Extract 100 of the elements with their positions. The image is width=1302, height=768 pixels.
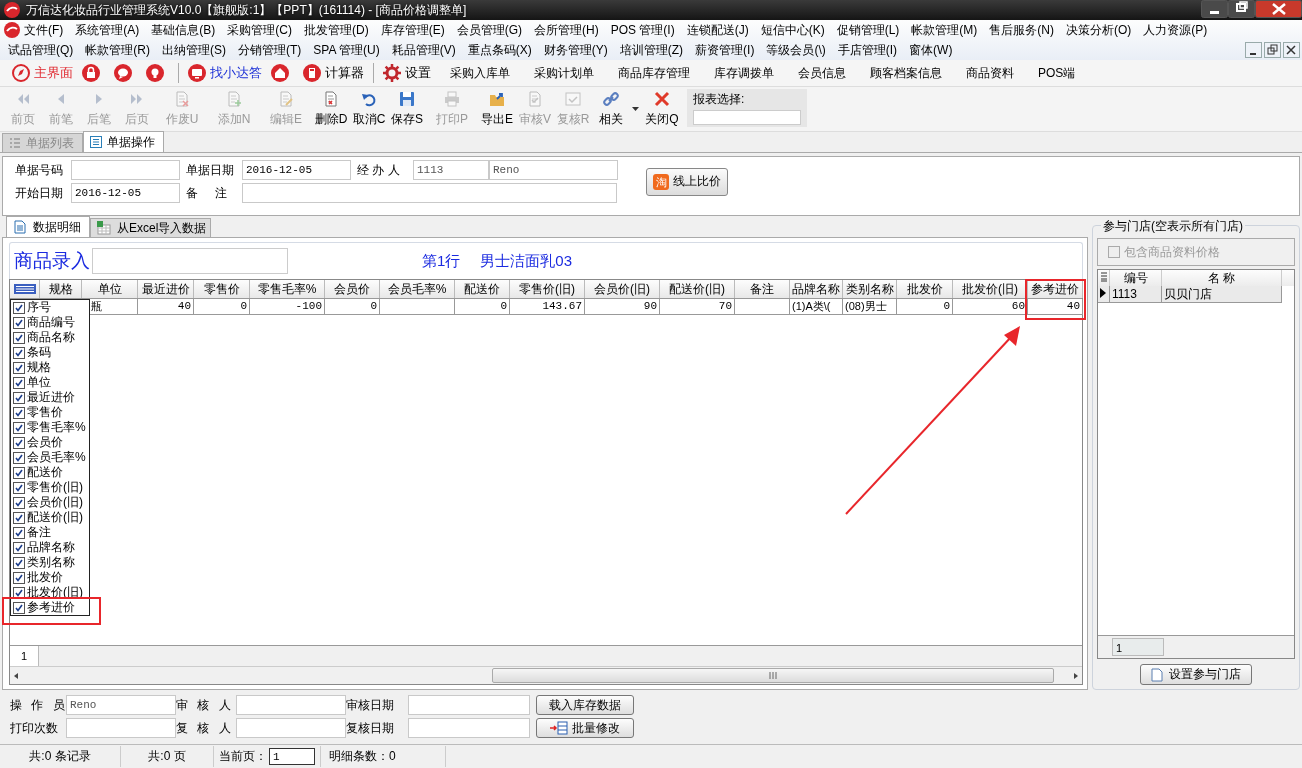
checkbox[interactable]	[13, 376, 25, 389]
input-field[interactable]	[236, 695, 346, 715]
menu-item[interactable]: 基础信息(B)	[147, 21, 224, 39]
chat-bubble-icon[interactable]	[114, 64, 132, 82]
shortcut-button[interactable]: 设置	[383, 64, 440, 82]
tab[interactable]: 单据操作	[83, 131, 164, 152]
menu-item[interactable]: 售后服务(N)	[985, 21, 1063, 39]
input-field[interactable]	[408, 695, 530, 715]
toolbar-button[interactable]: 关闭Q	[643, 87, 681, 131]
menu-item[interactable]: 耗品管理(V)	[387, 41, 464, 59]
shortcut-link[interactable]: 会员信息	[788, 64, 860, 82]
column-header[interactable]: 零售价(旧)	[510, 280, 585, 298]
checkbox[interactable]	[13, 421, 25, 434]
checkbox[interactable]	[13, 511, 25, 524]
column-header[interactable]: 类别名称	[843, 280, 897, 298]
doc-number-field[interactable]	[71, 160, 180, 180]
menu-item[interactable]: SPA 管理(U)	[309, 41, 388, 59]
handler-code-field[interactable]: 1113	[413, 160, 489, 180]
column-chooser-item[interactable]: 零售价	[11, 405, 89, 420]
column-header[interactable]: 零售毛率%	[250, 280, 325, 298]
column-chooser-item[interactable]: 零售价(旧)	[11, 480, 89, 495]
menu-item[interactable]: 重点条码(X)	[463, 41, 540, 59]
menu-item[interactable]: 薪资管理(I)	[691, 41, 763, 59]
menu-item[interactable]: 手店管理(I)	[833, 41, 906, 59]
toolbar-button[interactable]: 导出E	[478, 87, 516, 131]
compare-price-button[interactable]: 淘 线上比价	[646, 167, 728, 196]
checkbox[interactable]	[13, 481, 25, 494]
checkbox[interactable]	[13, 301, 25, 314]
column-chooser-item[interactable]: 条码	[11, 345, 89, 360]
restore-icon[interactable]	[1228, 0, 1255, 18]
column-header[interactable]: 配送价(旧)	[660, 280, 735, 298]
column-chooser-item[interactable]: 最近进价	[11, 390, 89, 405]
shortcut-link[interactable]: 商品库存管理	[608, 64, 704, 82]
checkbox[interactable]	[13, 466, 25, 479]
column-chooser-item[interactable]: 会员价	[11, 435, 89, 450]
column-header[interactable]: 配送价	[455, 280, 510, 298]
input-field[interactable]	[408, 718, 530, 738]
column-header[interactable]: 品牌名称	[790, 280, 843, 298]
page-number-field[interactable]: 1	[269, 748, 315, 765]
menu-item[interactable]: 库存管理(E)	[376, 21, 453, 39]
checkbox[interactable]	[13, 601, 25, 614]
checkbox[interactable]	[13, 541, 25, 554]
shortcut-button[interactable]: 计算器	[303, 64, 373, 82]
date-field[interactable]: 2016-12-05	[71, 183, 180, 203]
column-header[interactable]: 会员毛率%	[380, 280, 455, 298]
menu-item[interactable]: 会所管理(H)	[530, 21, 607, 39]
column-chooser-item[interactable]: 品牌名称	[11, 540, 89, 555]
input-field[interactable]: Reno	[66, 695, 176, 715]
checkbox[interactable]	[13, 451, 25, 464]
handler-name-field[interactable]: Reno	[489, 160, 618, 180]
action-button[interactable]: 载入库存数据	[536, 695, 634, 715]
input-field[interactable]	[66, 718, 176, 738]
column-chooser-item[interactable]: 会员价(旧)	[11, 495, 89, 510]
column-header[interactable]: 规格	[40, 280, 82, 298]
menu-item[interactable]: 分销管理(T)	[234, 41, 310, 59]
shortcut-link[interactable]: 采购计划单	[524, 64, 608, 82]
checkbox[interactable]	[13, 496, 25, 509]
column-header[interactable]: 会员价	[325, 280, 380, 298]
menu-item[interactable]: 文件(F)	[20, 21, 72, 39]
column-header[interactable]: 会员价(旧)	[585, 280, 660, 298]
close-icon[interactable]	[1283, 42, 1300, 58]
checkbox[interactable]	[13, 346, 25, 359]
report-select-field[interactable]	[693, 110, 801, 125]
checkbox[interactable]	[13, 586, 25, 599]
checkbox[interactable]	[13, 361, 25, 374]
menu-item[interactable]: 试品管理(Q)	[4, 41, 82, 59]
set-stores-button[interactable]: 设置参与门店	[1140, 664, 1252, 685]
restore-icon[interactable]	[1264, 42, 1281, 58]
checkbox[interactable]	[13, 316, 25, 329]
toolbar-button[interactable]: 删除D	[312, 87, 350, 131]
menu-item[interactable]: 窗体(W)	[905, 41, 961, 59]
column-header[interactable]: 批发价	[897, 280, 953, 298]
column-header[interactable]: 参考进价	[1028, 280, 1083, 298]
shortcut-button[interactable]: 找小达答	[188, 64, 271, 82]
shortcut-link[interactable]: 采购入库单	[440, 64, 524, 82]
menu-item[interactable]: 等级会员(\)	[762, 41, 834, 59]
column-header[interactable]: 批发价(旧)	[953, 280, 1028, 298]
column-chooser-item[interactable]: 类别名称	[11, 555, 89, 570]
input-field[interactable]	[236, 718, 346, 738]
action-button[interactable]: 批量修改	[536, 718, 634, 738]
menu-item[interactable]: 短信中心(K)	[756, 21, 833, 39]
scrollbar-thumb[interactable]	[492, 668, 1054, 683]
home-icon[interactable]	[271, 64, 289, 82]
menu-item[interactable]: 人力资源(P)	[1139, 21, 1216, 39]
toolbar-button[interactable]: 保存S	[388, 87, 426, 131]
column-chooser-item[interactable]: 商品编号	[11, 315, 89, 330]
column-chooser-item[interactable]: 单位	[11, 375, 89, 390]
column-chooser-item[interactable]: 商品名称	[11, 330, 89, 345]
column-header[interactable]: 最近进价	[138, 280, 194, 298]
lock-icon[interactable]	[82, 64, 100, 82]
caret-icon[interactable]	[632, 107, 639, 111]
column-chooser-item[interactable]: 批发价	[11, 570, 89, 585]
shortcut-link[interactable]: 顾客档案信息	[860, 64, 956, 82]
menu-item[interactable]: 会员管理(G)	[452, 21, 530, 39]
menu-item[interactable]: 帐款管理(R)	[81, 41, 158, 59]
remark-field[interactable]	[242, 183, 617, 203]
shortcut-link[interactable]: 库存调拨单	[704, 64, 788, 82]
date-field[interactable]: 2016-12-05	[242, 160, 351, 180]
product-entry-field[interactable]	[92, 248, 288, 274]
minimize-icon[interactable]	[1201, 0, 1228, 18]
